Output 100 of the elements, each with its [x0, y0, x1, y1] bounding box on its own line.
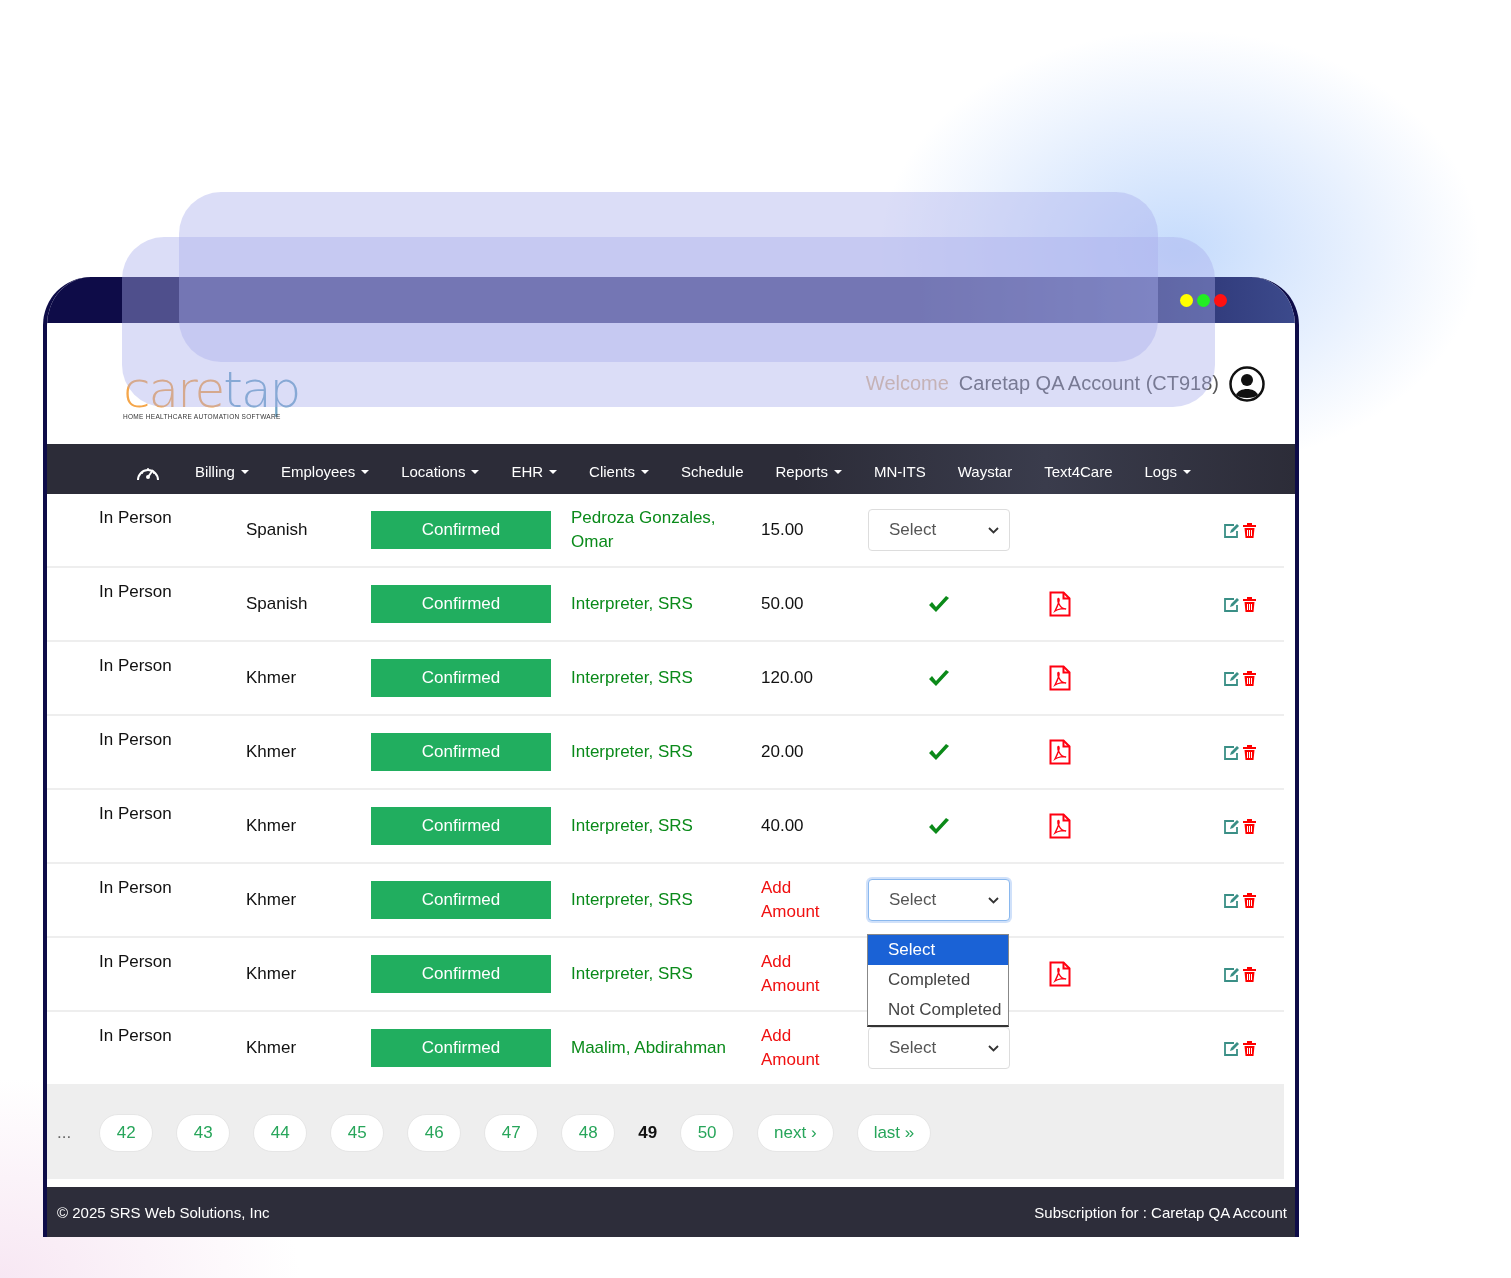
status-button[interactable]: Confirmed: [371, 807, 551, 845]
edit-icon[interactable]: [1223, 670, 1240, 686]
delete-icon[interactable]: [1243, 670, 1256, 686]
caret-icon: [640, 469, 649, 474]
status-button[interactable]: Confirmed: [371, 659, 551, 697]
edit-icon[interactable]: [1223, 892, 1240, 908]
delete-icon[interactable]: [1243, 892, 1256, 908]
dropdown-option[interactable]: Not Completed: [868, 995, 1008, 1025]
type-cell-text: In Person: [99, 508, 173, 528]
interpreter-link[interactable]: Interpreter, SRS: [571, 888, 761, 912]
edit-icon[interactable]: [1223, 522, 1240, 538]
add-amount-link[interactable]: Add Amount: [761, 876, 831, 924]
dropdown-option[interactable]: Completed: [868, 965, 1008, 995]
interpreter-link[interactable]: Interpreter, SRS: [571, 592, 761, 616]
add-amount-link[interactable]: Add Amount: [761, 950, 831, 998]
chevron-down-icon: [988, 1044, 999, 1052]
pdf-file-icon[interactable]: [1049, 591, 1071, 617]
nav-menu-item[interactable]: Locations: [385, 453, 496, 490]
language-cell-text: Khmer: [246, 890, 298, 910]
copyright-text: © 2025 SRS Web Solutions, Inc: [57, 1203, 270, 1221]
edit-icon[interactable]: [1223, 966, 1240, 982]
page-link[interactable]: 50: [680, 1113, 735, 1152]
window-control-dot[interactable]: [1197, 293, 1210, 307]
status-button[interactable]: Confirmed: [371, 955, 551, 993]
chevron-down-icon: [988, 896, 999, 904]
interpreter-link[interactable]: Maalim, Abdirahman: [571, 1036, 761, 1060]
page-link[interactable]: next ›: [757, 1113, 834, 1152]
interpreter-link[interactable]: Pedroza Gonzales, Omar: [571, 506, 761, 554]
language-cell-text: Khmer: [246, 742, 298, 762]
status-select[interactable]: Select: [868, 509, 1010, 551]
amount-cell-text: 20.00: [761, 742, 805, 762]
language-cell-text: Khmer: [246, 816, 298, 836]
account-name: Caretap QA Account (CT918): [958, 372, 1219, 395]
page-link[interactable]: 45: [330, 1113, 385, 1152]
page-link[interactable]: 47: [484, 1113, 539, 1152]
status-button[interactable]: Confirmed: [371, 511, 551, 549]
nav-menu-item[interactable]: Clients: [573, 453, 665, 490]
nav-menu-item[interactable]: Billing: [178, 453, 265, 490]
delete-icon[interactable]: [1243, 744, 1256, 760]
amount-cell-text: 50.00: [761, 594, 805, 614]
delete-icon[interactable]: [1243, 522, 1256, 538]
delete-icon[interactable]: [1243, 596, 1256, 612]
type-cell-text: In Person: [99, 1026, 173, 1046]
edit-icon[interactable]: [1223, 818, 1240, 834]
window-control-dot[interactable]: [1180, 293, 1193, 307]
caret-icon: [471, 469, 480, 474]
language-cell-text: Spanish: [246, 594, 309, 614]
nav-menu-item[interactable]: EHR: [495, 453, 574, 490]
language-cell-text: Khmer: [246, 668, 298, 688]
page-link[interactable]: 43: [176, 1113, 231, 1152]
status-button[interactable]: Confirmed: [371, 733, 551, 771]
nav-menu-item[interactable]: Text4Care: [1028, 453, 1129, 490]
language-cell-text: Khmer: [246, 1038, 298, 1058]
page-link[interactable]: 46: [407, 1113, 462, 1152]
interpreter-link[interactable]: Interpreter, SRS: [571, 666, 761, 690]
interpreter-link[interactable]: Interpreter, SRS: [571, 740, 761, 764]
check-icon: [928, 669, 950, 687]
edit-icon[interactable]: [1223, 596, 1240, 612]
add-amount-link[interactable]: Add Amount: [761, 1024, 831, 1072]
status-button[interactable]: Confirmed: [371, 881, 551, 919]
delete-icon[interactable]: [1243, 966, 1256, 982]
delete-icon[interactable]: [1243, 1040, 1256, 1056]
nav-menu-item[interactable]: Reports: [759, 453, 858, 490]
edit-icon[interactable]: [1223, 1040, 1240, 1056]
type-cell-text: In Person: [99, 656, 173, 676]
page-link[interactable]: last »: [856, 1113, 932, 1152]
chevron-down-icon: [988, 526, 999, 534]
amount-cell-text: 40.00: [761, 816, 805, 836]
status-button[interactable]: Confirmed: [371, 585, 551, 623]
pdf-file-icon[interactable]: [1049, 961, 1071, 987]
interpreter-link[interactable]: Interpreter, SRS: [571, 814, 761, 838]
edit-icon[interactable]: [1223, 744, 1240, 760]
status-button[interactable]: Confirmed: [371, 1029, 551, 1067]
nav-menu-item[interactable]: Logs: [1128, 453, 1208, 490]
check-icon: [928, 817, 950, 835]
check-icon: [928, 743, 950, 761]
page-link[interactable]: 49: [638, 1113, 658, 1152]
window-control-dot[interactable]: [1214, 293, 1227, 307]
caret-icon: [1183, 469, 1192, 474]
pagination-ellipsis: ...: [57, 1122, 72, 1143]
user-avatar-icon[interactable]: [1229, 365, 1265, 402]
page-link[interactable]: 42: [99, 1113, 154, 1152]
nav-menu-item[interactable]: Employees: [264, 453, 386, 490]
page-link[interactable]: 44: [253, 1113, 308, 1152]
nav-menu-item[interactable]: Schedule: [664, 453, 760, 490]
delete-icon[interactable]: [1243, 818, 1256, 834]
caret-icon: [834, 469, 842, 474]
pdf-file-icon[interactable]: [1049, 813, 1071, 839]
interpreter-link[interactable]: Interpreter, SRS: [571, 962, 761, 986]
nav-menu-item[interactable]: MN-ITS: [858, 453, 942, 490]
dropdown-option[interactable]: Select: [868, 935, 1008, 965]
page-link[interactable]: 48: [561, 1113, 616, 1152]
status-select[interactable]: Select: [868, 1027, 1010, 1069]
pdf-file-icon[interactable]: [1049, 665, 1071, 691]
pdf-file-icon[interactable]: [1049, 739, 1071, 765]
status-select[interactable]: Select: [868, 879, 1010, 921]
amount-cell-text: 120.00: [761, 668, 814, 688]
amount-cell-text: 15.00: [761, 520, 805, 540]
dropdown-menu[interactable]: Select Completed Not Completed: [867, 934, 1009, 1027]
nav-menu-item[interactable]: Waystar: [941, 453, 1029, 490]
